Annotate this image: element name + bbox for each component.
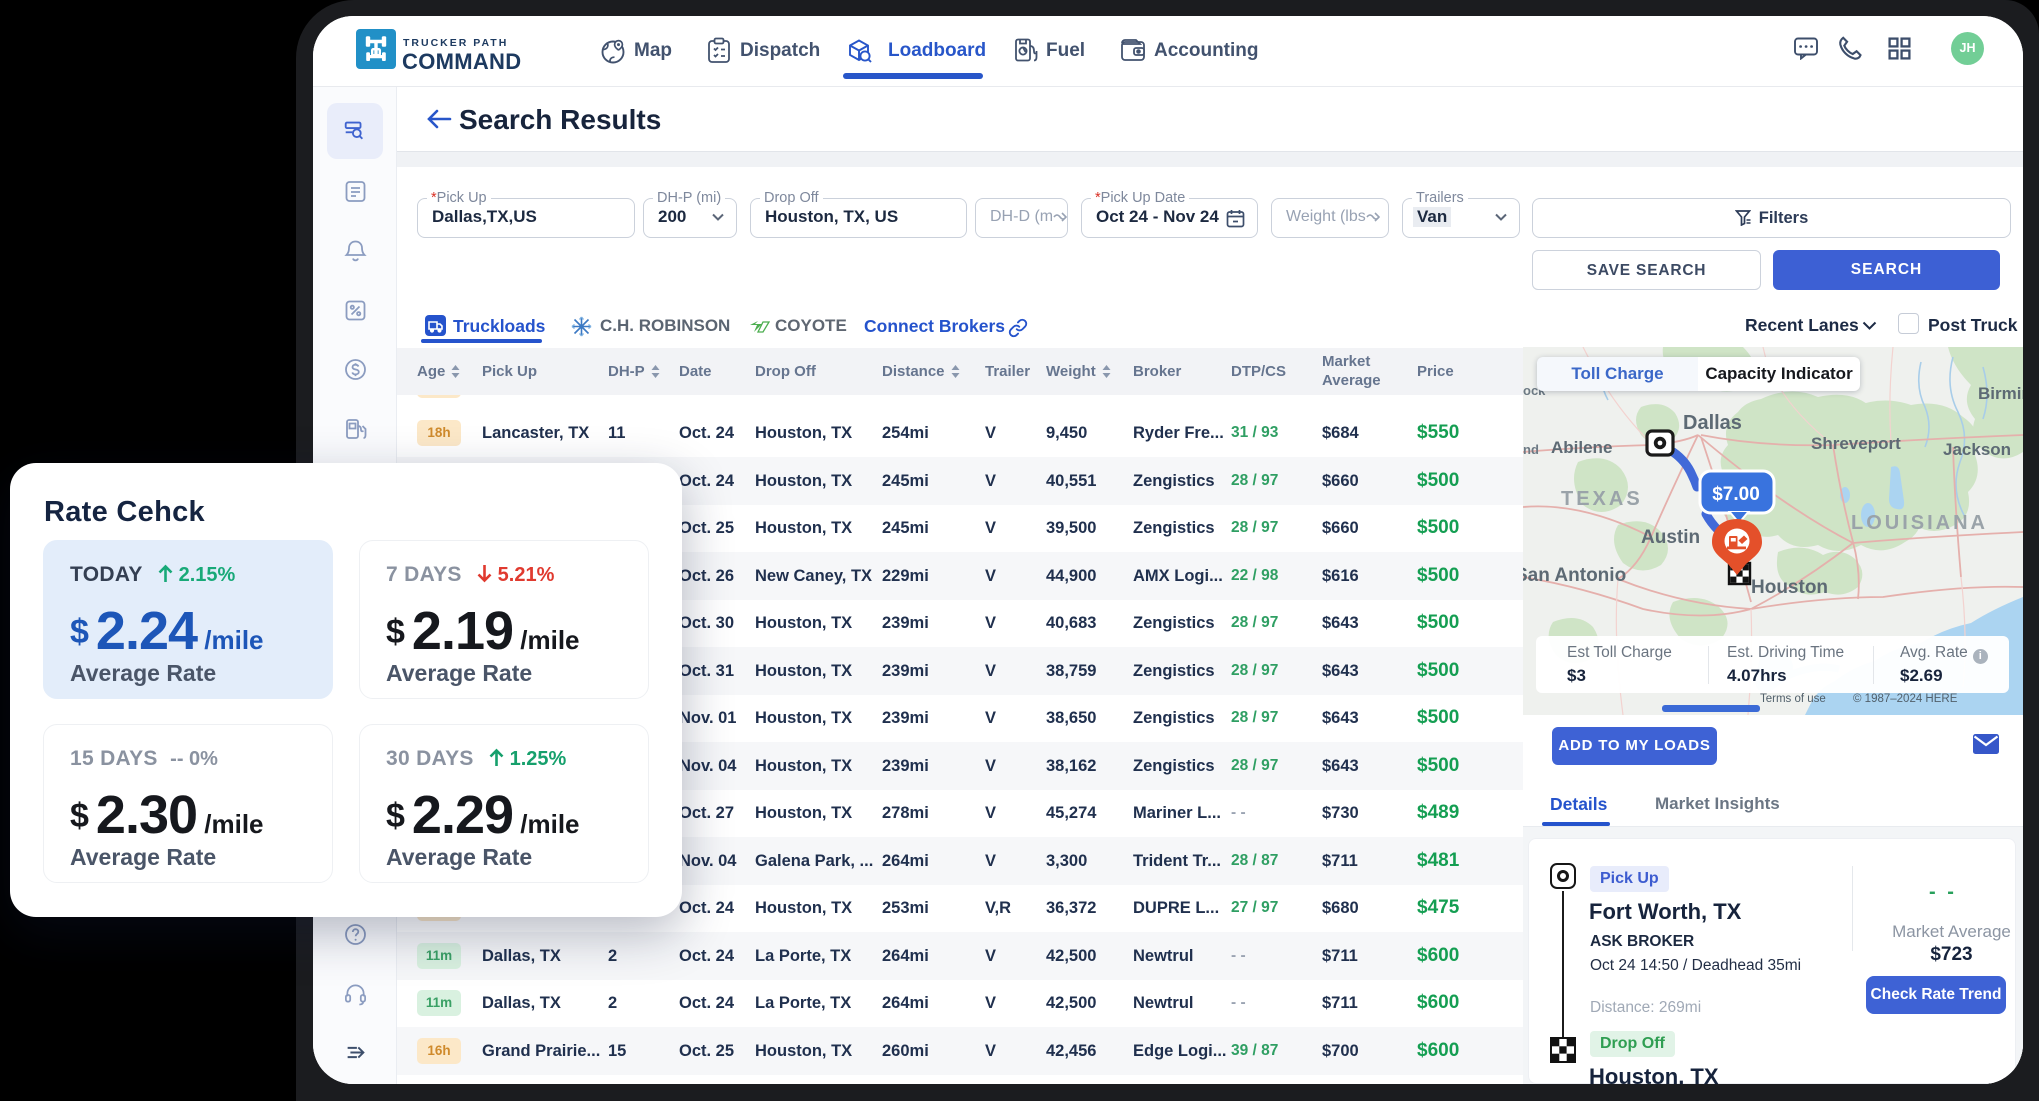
svg-text:Austin: Austin bbox=[1641, 527, 1700, 548]
svg-text:Dallas: Dallas bbox=[1683, 412, 1742, 434]
svg-text:San Antonio: San Antonio bbox=[1523, 565, 1626, 586]
svg-text:Shreveport: Shreveport bbox=[1811, 434, 1901, 453]
svg-text:nd: nd bbox=[1523, 442, 1539, 457]
svg-text:Terms of use: Terms of use bbox=[1760, 693, 1826, 705]
svg-text:Birmin: Birmin bbox=[1978, 384, 2023, 403]
svg-text:LOUISIANA: LOUISIANA bbox=[1851, 512, 1988, 534]
svg-text:$7.00: $7.00 bbox=[1712, 484, 1760, 505]
svg-text:Abilene: Abilene bbox=[1551, 438, 1612, 457]
svg-text:© 1987–2024 HERE: © 1987–2024 HERE bbox=[1853, 693, 1958, 705]
svg-text:Jackson: Jackson bbox=[1943, 440, 2011, 459]
svg-text:TEXAS: TEXAS bbox=[1561, 488, 1643, 510]
svg-text:Houston: Houston bbox=[1751, 577, 1828, 598]
